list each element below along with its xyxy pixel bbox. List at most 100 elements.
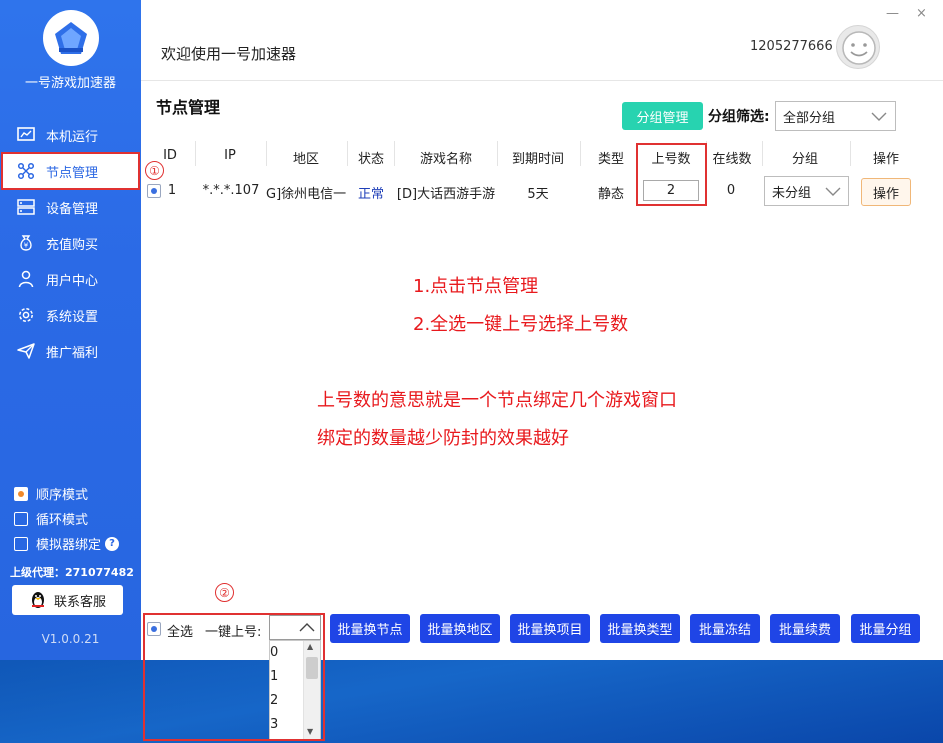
mode-emulator-binding[interactable]: 模拟器绑定 ? bbox=[14, 531, 120, 556]
batch-change-region-button[interactable]: 批量换地区 bbox=[420, 614, 500, 643]
svg-text:¥: ¥ bbox=[24, 242, 29, 250]
batch-renew-button[interactable]: 批量续费 bbox=[770, 614, 840, 643]
one-key-login-label: 一键上号: bbox=[205, 625, 262, 640]
dropdown-option[interactable]: 2 bbox=[270, 693, 278, 708]
mode-label: 模拟器绑定 bbox=[36, 538, 102, 553]
user-id: 1205277666 bbox=[750, 39, 833, 54]
select-all-checkbox[interactable] bbox=[147, 622, 161, 636]
help-icon[interactable]: ? bbox=[105, 536, 120, 551]
sidebar-item-label: 系统设置 bbox=[46, 309, 99, 325]
batch-change-project-button[interactable]: 批量换项目 bbox=[510, 614, 590, 643]
gear-icon bbox=[16, 305, 36, 325]
app-window: 一号游戏加速器 本机运行 节点管理 设备管理 ¥ 充值购买 用户中心 系统设置 … bbox=[0, 0, 943, 660]
app-version: V1.0.0.21 bbox=[41, 632, 100, 646]
column-separator bbox=[580, 141, 581, 166]
dropdown-option[interactable]: 1 bbox=[270, 669, 278, 684]
scrollbar-thumb[interactable] bbox=[306, 657, 318, 679]
sidebar-item-label: 节点管理 bbox=[46, 165, 99, 181]
batch-change-type-button[interactable]: 批量换类型 bbox=[600, 614, 680, 643]
yen-bag-icon: ¥ bbox=[16, 233, 36, 253]
cell-status: 正常 bbox=[357, 187, 384, 202]
mode-loop[interactable]: 循环模式 bbox=[14, 506, 119, 531]
sidebar-item-settings[interactable]: 系统设置 bbox=[0, 297, 141, 333]
sidebar-item-label: 推广福利 bbox=[46, 345, 99, 361]
chevron-down-icon bbox=[825, 185, 841, 201]
select-all-label: 全选 bbox=[167, 625, 194, 640]
qq-penguin-icon bbox=[29, 590, 47, 610]
scroll-up-arrow-icon[interactable]: ▲ bbox=[307, 642, 313, 651]
sidebar-item-node-management[interactable]: 节点管理 bbox=[1, 152, 140, 190]
app-name: 一号游戏加速器 bbox=[24, 76, 116, 91]
avatar[interactable] bbox=[836, 25, 880, 69]
send-icon bbox=[16, 341, 36, 361]
user-icon bbox=[16, 269, 36, 289]
annotation-step-2: 2.全选一键上号选择上号数 bbox=[413, 314, 629, 335]
batch-group-button[interactable]: 批量分组 bbox=[851, 614, 920, 643]
scroll-down-arrow-icon[interactable]: ▼ bbox=[307, 727, 313, 736]
agent-info: 上级代理：271077482 bbox=[10, 566, 134, 579]
sidebar: 一号游戏加速器 本机运行 节点管理 设备管理 ¥ 充值购买 用户中心 系统设置 … bbox=[0, 0, 141, 660]
batch-freeze-button[interactable]: 批量冻结 bbox=[690, 614, 760, 643]
column-header-id: ID bbox=[163, 148, 177, 163]
smiley-icon bbox=[842, 31, 876, 65]
column-header-ip: IP bbox=[224, 148, 236, 163]
contact-service-label: 联系客服 bbox=[53, 594, 106, 610]
column-separator bbox=[394, 141, 395, 166]
sidebar-item-device-management[interactable]: 设备管理 bbox=[0, 189, 141, 225]
annotation-explain-2: 绑定的数量越少防封的效果越好 bbox=[317, 428, 569, 449]
group-filter-select[interactable]: 全部分组 bbox=[775, 101, 896, 131]
sidebar-item-recharge[interactable]: ¥ 充值购买 bbox=[0, 225, 141, 261]
column-separator bbox=[266, 141, 267, 166]
chevron-up-icon bbox=[299, 622, 315, 638]
app-logo bbox=[43, 10, 99, 66]
cell-region: G]徐州电信一纟 bbox=[266, 187, 347, 202]
one-key-login-select[interactable] bbox=[269, 615, 321, 640]
dropdown-scrollbar[interactable]: ▲ ▼ bbox=[303, 641, 320, 739]
row-select-checkbox[interactable] bbox=[147, 184, 161, 198]
row-action-button[interactable]: 操作 bbox=[861, 178, 911, 206]
sidebar-item-user-center[interactable]: 用户中心 bbox=[0, 261, 141, 297]
server-icon bbox=[16, 197, 36, 217]
mode-label: 顺序模式 bbox=[36, 488, 89, 503]
one-key-login-dropdown: 0 1 2 3 ▲ ▼ bbox=[269, 640, 321, 740]
row-group-value: 未分组 bbox=[772, 185, 812, 201]
sidebar-item-local-run[interactable]: 本机运行 bbox=[0, 117, 141, 153]
cell-expiry: 5天 bbox=[527, 187, 549, 202]
header-divider bbox=[141, 80, 943, 81]
sidebar-item-label: 充值购买 bbox=[46, 237, 99, 253]
batch-change-node-button[interactable]: 批量换节点 bbox=[330, 614, 410, 643]
mode-checkbox[interactable] bbox=[14, 536, 28, 551]
group-filter-label: 分组筛选: bbox=[708, 109, 770, 125]
minimize-button[interactable]: — bbox=[886, 6, 899, 21]
column-header-expiry: 到期时间 bbox=[511, 152, 564, 167]
column-separator bbox=[850, 141, 851, 166]
annotation-explain-1: 上号数的意思就是一个节点绑定几个游戏窗口 bbox=[317, 390, 677, 411]
mode-label: 循环模式 bbox=[36, 513, 89, 528]
dropdown-option[interactable]: 0 bbox=[270, 645, 278, 660]
sidebar-item-label: 本机运行 bbox=[46, 129, 99, 145]
row-group-select[interactable]: 未分组 bbox=[764, 176, 849, 206]
sidebar-item-promotion[interactable]: 推广福利 bbox=[0, 333, 141, 369]
group-filter-value: 全部分组 bbox=[783, 110, 836, 126]
column-header-status: 状态 bbox=[357, 152, 384, 167]
mode-checkbox[interactable] bbox=[14, 486, 28, 501]
column-header-online: 在线数 bbox=[712, 152, 752, 167]
annotation-step-1: 1.点击节点管理 bbox=[413, 276, 539, 297]
sidebar-item-label: 用户中心 bbox=[46, 273, 99, 289]
cell-online: 0 bbox=[726, 183, 736, 198]
qty-input[interactable]: 2 bbox=[643, 180, 699, 201]
welcome-text: 欢迎使用一号加速器 bbox=[161, 45, 297, 63]
column-header-group: 分组 bbox=[791, 152, 818, 167]
column-header-region: 地区 bbox=[292, 152, 319, 167]
contact-service-button[interactable]: 联系客服 bbox=[12, 585, 123, 615]
cell-type: 静态 bbox=[597, 187, 624, 202]
dropdown-option[interactable]: 3 bbox=[270, 717, 278, 732]
group-management-button[interactable]: 分组管理 bbox=[622, 102, 703, 130]
close-button[interactable]: × bbox=[916, 6, 927, 21]
chevron-down-icon bbox=[871, 110, 887, 126]
mode-sequential[interactable]: 顺序模式 bbox=[14, 481, 119, 506]
mode-checkbox[interactable] bbox=[14, 511, 28, 526]
column-header-type: 类型 bbox=[597, 152, 624, 167]
column-separator bbox=[195, 141, 196, 166]
column-separator bbox=[347, 141, 348, 166]
